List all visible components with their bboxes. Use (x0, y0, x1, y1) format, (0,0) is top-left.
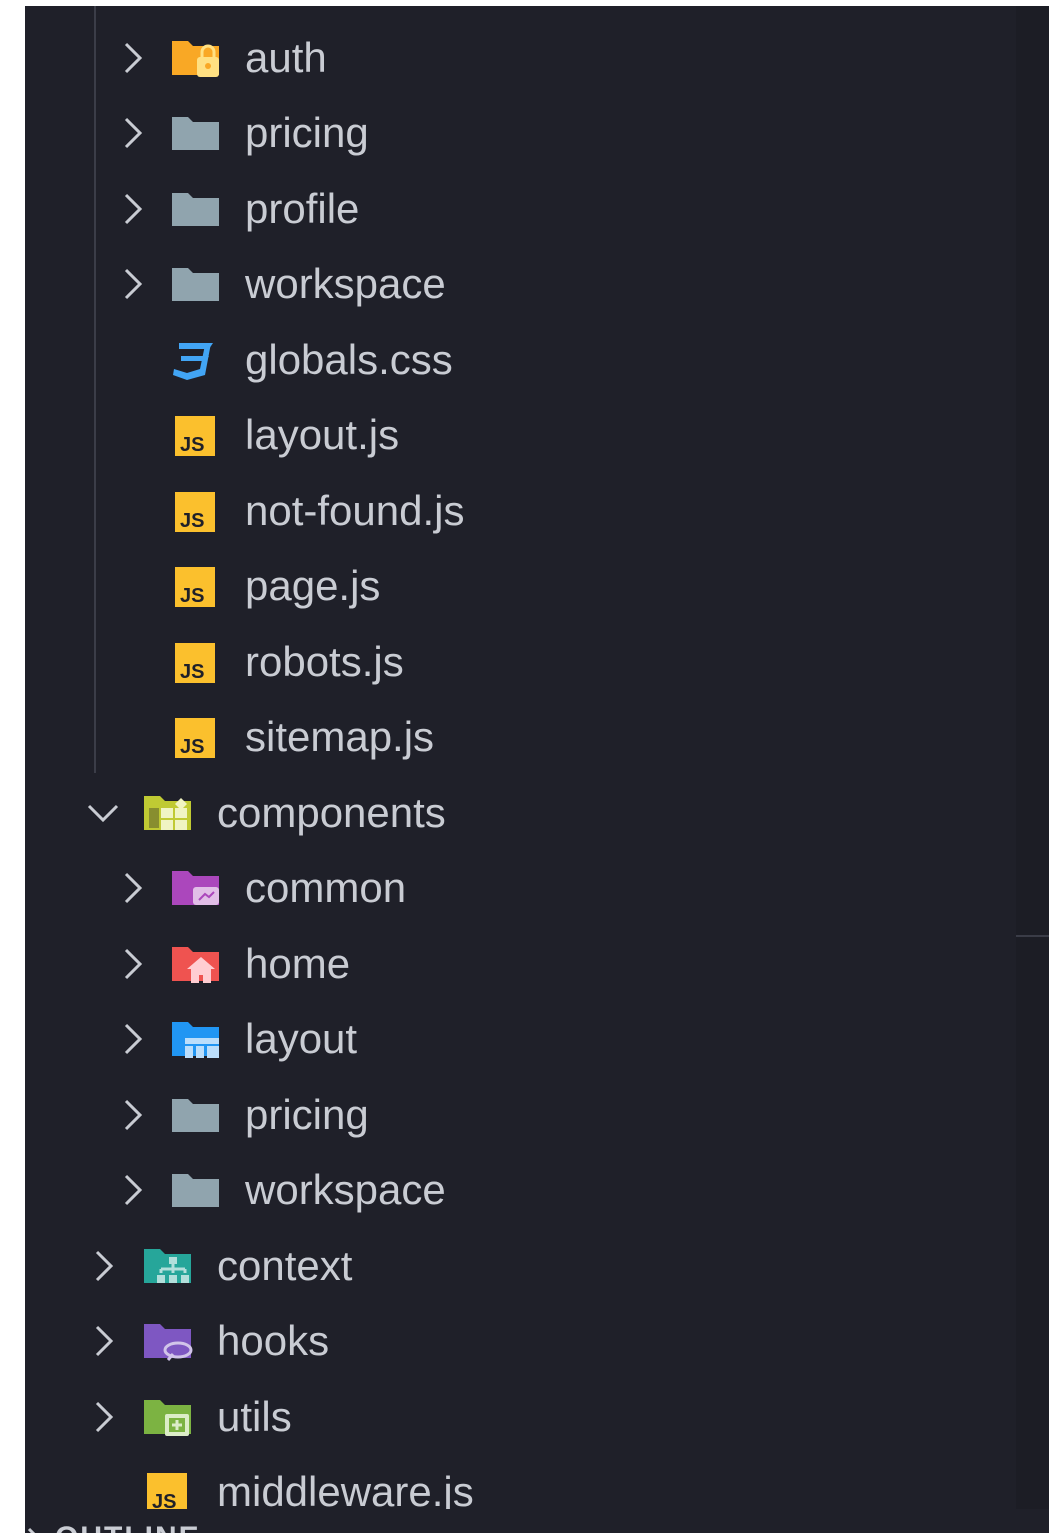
folder-icon (172, 1174, 219, 1207)
folder-utils-icon (144, 1400, 191, 1436)
tree-item-sitemap-js[interactable]: JS sitemap.js (25, 700, 1015, 774)
folder-icon (172, 193, 219, 226)
folder-icon (172, 117, 219, 150)
tree-item-label: pricing (245, 109, 369, 156)
chevron-right-icon (124, 872, 143, 904)
js-file-icon: JS (175, 567, 215, 607)
chevron-down-icon (87, 804, 119, 823)
folder-components-icon (144, 796, 191, 830)
tree-item-label: workspace (245, 1166, 446, 1213)
svg-text:JS: JS (152, 1491, 176, 1509)
js-file-icon: JS (175, 416, 215, 456)
tree-item-middleware-js[interactable]: JS middleware.js (25, 1455, 1015, 1509)
js-file-icon: JS (175, 718, 215, 758)
chevron-right-icon (95, 1250, 114, 1282)
folder-context-icon (144, 1249, 191, 1283)
chevron-right-icon (95, 1401, 114, 1433)
outline-label: OUTLINE (55, 1523, 201, 1533)
tree-item-label: middleware.js (217, 1468, 474, 1509)
tree-item-label: home (245, 940, 351, 987)
folder-auth-icon (172, 41, 219, 77)
tree-item-label: not-found.js (245, 487, 465, 534)
tree-item-home[interactable]: home (25, 927, 1015, 1001)
chevron-right-icon (124, 1099, 143, 1131)
tree-item-workspace[interactable]: workspace (25, 247, 1015, 321)
js-file-icon: JS (175, 643, 215, 683)
tree-item-label: layout (245, 1015, 358, 1062)
folder-icon (172, 1099, 219, 1132)
svg-text:JS: JS (180, 510, 204, 532)
tree-item-label: layout.js (245, 411, 400, 458)
tree-item-label: common (245, 864, 407, 911)
chevron-right-icon (124, 948, 143, 980)
file-explorer-panel: auth pricing profile workspace globals.c… (25, 6, 1049, 1509)
tree-item-context[interactable]: context (25, 1229, 1015, 1303)
tree-item-hooks[interactable]: hooks (25, 1304, 1015, 1378)
scrollbar-marker (1016, 935, 1049, 937)
js-file-icon: JS (147, 1473, 187, 1509)
tree-item-label: robots.js (245, 638, 404, 685)
folder-icon (172, 268, 219, 301)
tree-item-pricing[interactable]: pricing (25, 96, 1015, 170)
tree-item-label: context (217, 1242, 353, 1289)
folder-home-icon (172, 947, 219, 983)
svg-text:JS: JS (180, 585, 204, 607)
tree-item-label: page.js (245, 562, 381, 609)
tree-item-workspace[interactable]: workspace (25, 1153, 1015, 1227)
tree-item-profile[interactable]: profile (25, 172, 1015, 246)
tree-item-label: workspace (245, 260, 446, 307)
tree-item-label: components (217, 789, 446, 836)
tree-item-label: profile (245, 185, 360, 232)
folder-layout-icon (172, 1022, 219, 1058)
chevron-right-icon (124, 193, 143, 225)
tree-item-utils[interactable]: utils (25, 1380, 1015, 1454)
chevron-right-icon (124, 1023, 143, 1055)
chevron-right-icon (27, 1527, 36, 1533)
outline-section-header[interactable]: OUTLINE (25, 1509, 1049, 1533)
svg-text:JS: JS (180, 434, 204, 456)
chevron-right-icon (95, 1325, 114, 1357)
tree-item-robots-js[interactable]: JS robots.js (25, 625, 1015, 699)
svg-text:JS: JS (180, 736, 204, 758)
tree-item-label: hooks (217, 1317, 330, 1364)
tree-item-common[interactable]: common (25, 851, 1015, 925)
chevron-right-icon (124, 117, 143, 149)
css-file-icon (173, 343, 213, 380)
tree-item-auth[interactable]: auth (25, 21, 1015, 95)
tree-item-layout[interactable]: layout (25, 1002, 1015, 1076)
scrollbar-track[interactable] (1016, 6, 1049, 1509)
svg-text:JS: JS (180, 661, 204, 683)
tree-item-components[interactable]: components (25, 776, 1015, 850)
tree-item-page-js[interactable]: JS page.js (25, 549, 1015, 623)
folder-common-icon (172, 871, 219, 905)
chevron-right-icon (124, 1174, 143, 1206)
tree-item-label: globals.css (245, 336, 453, 383)
tree-item-label: pricing (245, 1091, 369, 1138)
tree-item-label: auth (245, 34, 327, 81)
chevron-right-icon (124, 268, 143, 300)
chevron-right-icon (124, 42, 143, 74)
tree-item-not-found-js[interactable]: JS not-found.js (25, 474, 1015, 548)
tree-item-layout-js[interactable]: JS layout.js (25, 398, 1015, 472)
tree-item-label: utils (217, 1393, 292, 1440)
tree-item-globals-css[interactable]: globals.css (25, 323, 1015, 397)
folder-hooks-icon (144, 1324, 193, 1361)
tree-item-pricing[interactable]: pricing (25, 1078, 1015, 1152)
tree-item-label: sitemap.js (245, 713, 435, 760)
js-file-icon: JS (175, 492, 215, 532)
